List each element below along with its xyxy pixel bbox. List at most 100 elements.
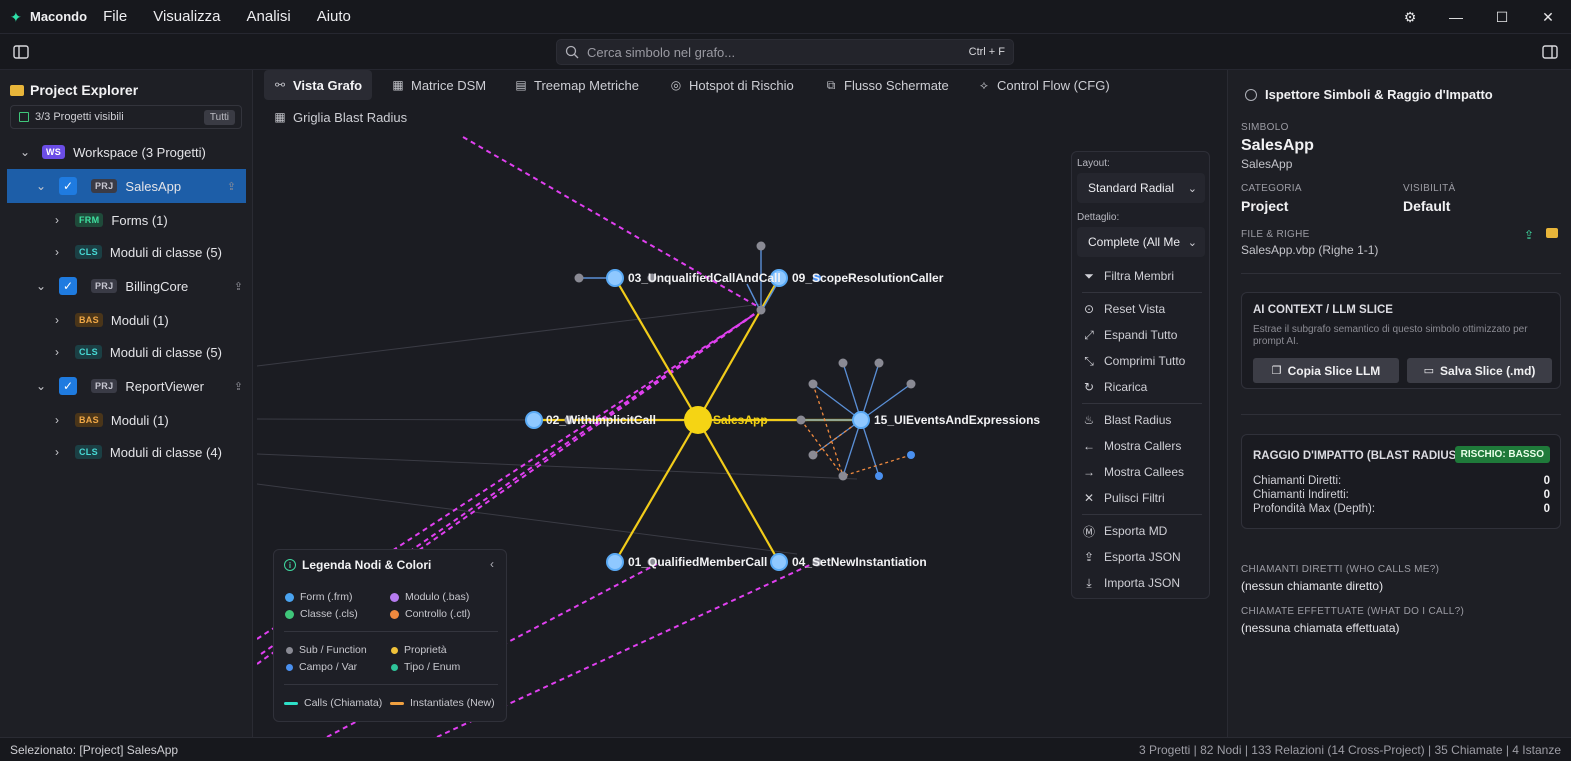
legend-tipo: Tipo / Enum [391, 661, 460, 673]
project-checkbox[interactable]: ✓ [59, 177, 77, 195]
tree-item-forms[interactable]: › FRM Forms (1) [0, 203, 253, 237]
chevron-right-icon[interactable]: › [52, 345, 62, 359]
export-icon[interactable]: ⇪ [1524, 228, 1534, 242]
tab-hotspot[interactable]: ◎ Hotspot di Rischio [660, 70, 804, 100]
chevron-left-icon[interactable]: ‹ [490, 557, 494, 571]
filter-icon [19, 112, 29, 122]
import-json-button[interactable]: ⤓ Importa JSON [1082, 573, 1180, 593]
chevron-right-icon[interactable]: › [52, 213, 62, 227]
app-logo-icon: ✦ [10, 8, 22, 25]
upload-icon[interactable]: ⇪ [227, 180, 236, 193]
menu-analisi[interactable]: Analisi [247, 8, 291, 25]
tree-item-billingcore[interactable]: ⌄ ✓ PRJ BillingCore ⇪ [0, 269, 253, 303]
chevron-right-icon[interactable]: › [52, 313, 62, 327]
upload-icon[interactable]: ⇪ [234, 380, 243, 393]
symbol-caption: SIMBOLO [1241, 122, 1289, 133]
toggle-left-panel-icon[interactable] [7, 40, 35, 64]
graph-search[interactable]: Ctrl + F [556, 39, 1014, 65]
chevron-down-icon[interactable]: ⌄ [36, 179, 46, 193]
copy-llm-slice-button[interactable]: ❐ Copia Slice LLM [1253, 358, 1399, 383]
project-checkbox[interactable]: ✓ [59, 377, 77, 395]
legend-controllo: Controllo (.ctl) [390, 608, 470, 620]
what-calls-caption: CHIAMATE EFFETTUATE (WHAT DO I CALL?) [1241, 606, 1465, 617]
graph-node-small [756, 241, 766, 251]
maximize-button[interactable]: ☐ [1479, 0, 1525, 34]
node-label-15[interactable]: 15_UIEventsAndExpressions [874, 413, 1040, 427]
show-callees-button[interactable]: → Mostra Callees [1082, 462, 1184, 482]
folder-icon[interactable] [1546, 228, 1558, 238]
class-dot [285, 609, 294, 619]
who-calls-value: (nessun chiamante diretto) [1241, 579, 1384, 593]
tab-label: Control Flow (CFG) [997, 77, 1110, 93]
node-label-09[interactable]: 09_ScopeResolutionCaller [792, 271, 943, 285]
lp-item-label: Filtra Membri [1104, 269, 1175, 283]
form-dot [285, 592, 294, 602]
chevron-right-icon[interactable]: › [52, 413, 62, 427]
tree-item-class-modules[interactable]: › CLS Moduli di classe (4) [0, 435, 253, 469]
layout-select[interactable]: Standard Radial ⌄ [1077, 173, 1205, 203]
type-dot [391, 663, 398, 671]
lp-item-label: Esporta JSON [1104, 550, 1181, 564]
search-input[interactable] [587, 44, 947, 60]
tree-item-modules[interactable]: › BAS Moduli (1) [0, 403, 253, 437]
expand-all-button[interactable]: ⤢ Espandi Tutto [1082, 325, 1177, 345]
save-llm-slice-button[interactable]: ▭ Salva Slice (.md) [1407, 358, 1552, 383]
lp-item-label: Mostra Callees [1104, 465, 1185, 479]
sidebar-title: Project Explorer [10, 82, 138, 98]
chevron-right-icon[interactable]: › [52, 445, 62, 459]
info-icon: i [284, 559, 296, 571]
save-button-label: Salva Slice (.md) [1440, 363, 1536, 378]
tree-item-modules[interactable]: › BAS Moduli (1) [0, 303, 253, 337]
node-label-04[interactable]: 04_SetNewInstantiation [792, 555, 927, 569]
blast-radius-button[interactable]: ♨ Blast Radius [1082, 410, 1172, 430]
reload-button[interactable]: ↻ Ricarica [1082, 377, 1147, 397]
filter-members-button[interactable]: ⏷ Filtra Membri [1082, 266, 1174, 286]
project-checkbox[interactable]: ✓ [59, 277, 77, 295]
node-label-01[interactable]: 01_QualifiedMemberCall [628, 555, 767, 569]
tab-matrice-dsm[interactable]: ▦ Matrice DSM [382, 70, 496, 100]
tree-item-label: ReportViewer [125, 378, 204, 394]
arrow-right-icon: → [1083, 465, 1095, 479]
graph-node-15 [852, 411, 870, 429]
tree-item-workspace[interactable]: ⌄ WS Workspace (3 Progetti) [0, 135, 253, 169]
tree-item-class-modules[interactable]: › CLS Moduli di classe (5) [0, 335, 253, 369]
clear-filters-button[interactable]: ✕ Pulisci Filtri [1082, 488, 1165, 508]
toggle-right-panel-icon[interactable] [1536, 40, 1564, 64]
node-label-03[interactable]: 03_UnqualifiedCallAndCall [628, 271, 781, 285]
menu-aiuto[interactable]: Aiuto [317, 8, 351, 25]
tree-item-salesapp[interactable]: ⌄ ✓ PRJ SalesApp ⇪ [7, 169, 246, 203]
menu-file[interactable]: File [103, 8, 127, 25]
layout-label: Layout: [1077, 158, 1110, 169]
chevron-down-icon[interactable]: ⌄ [36, 379, 46, 393]
node-label-center[interactable]: SalesApp [713, 413, 768, 427]
module-badge: BAS [75, 413, 103, 427]
settings-gear-icon[interactable]: ⚙ [1387, 0, 1433, 34]
category-value: Project [1241, 198, 1289, 214]
export-json-button[interactable]: ⇪ Esporta JSON [1082, 547, 1181, 567]
all-projects-button[interactable]: Tutti [203, 110, 235, 125]
show-callers-button[interactable]: ← Mostra Callers [1082, 436, 1181, 456]
chevron-down-icon[interactable]: ⌄ [20, 145, 30, 159]
tree-item-reportviewer[interactable]: ⌄ ✓ PRJ ReportViewer ⇪ [0, 369, 253, 403]
chevron-down-icon[interactable]: ⌄ [36, 279, 46, 293]
visible-projects-filter[interactable]: 3/3 Progetti visibili Tutti [10, 105, 242, 129]
tab-treemap[interactable]: ▤ Treemap Metriche [505, 70, 649, 100]
tree-item-class-modules[interactable]: › CLS Moduli di classe (5) [0, 235, 253, 269]
tab-griglia-blast[interactable]: ▦ Griglia Blast Radius [264, 102, 417, 132]
tab-control-flow[interactable]: ⟡ Control Flow (CFG) [968, 70, 1120, 100]
collapse-all-button[interactable]: ⤡ Comprimi Tutto [1082, 351, 1185, 371]
reset-view-button[interactable]: ⊙ Reset Vista [1082, 299, 1165, 319]
detail-select[interactable]: Complete (All Me ⌄ [1077, 227, 1205, 257]
title-bar: ✦ Macondo File Visualizza Analisi Aiuto … [0, 0, 1571, 34]
menu-visualizza[interactable]: Visualizza [153, 8, 220, 25]
legend-label: Instantiates (New) [410, 697, 495, 709]
close-button[interactable]: ✕ [1525, 0, 1571, 34]
tab-flusso-schermate[interactable]: ⧉ Flusso Schermate [815, 70, 959, 100]
upload-icon[interactable]: ⇪ [234, 280, 243, 293]
chevron-right-icon[interactable]: › [52, 245, 62, 259]
node-label-02[interactable]: 02_WithImplicitCall [546, 413, 656, 427]
export-md-button[interactable]: Ⓜ Esporta MD [1082, 521, 1167, 541]
tab-vista-grafo[interactable]: ⚯ Vista Grafo [264, 70, 373, 100]
graph-icon: ⚯ [274, 78, 286, 92]
minimize-button[interactable]: — [1433, 0, 1479, 34]
